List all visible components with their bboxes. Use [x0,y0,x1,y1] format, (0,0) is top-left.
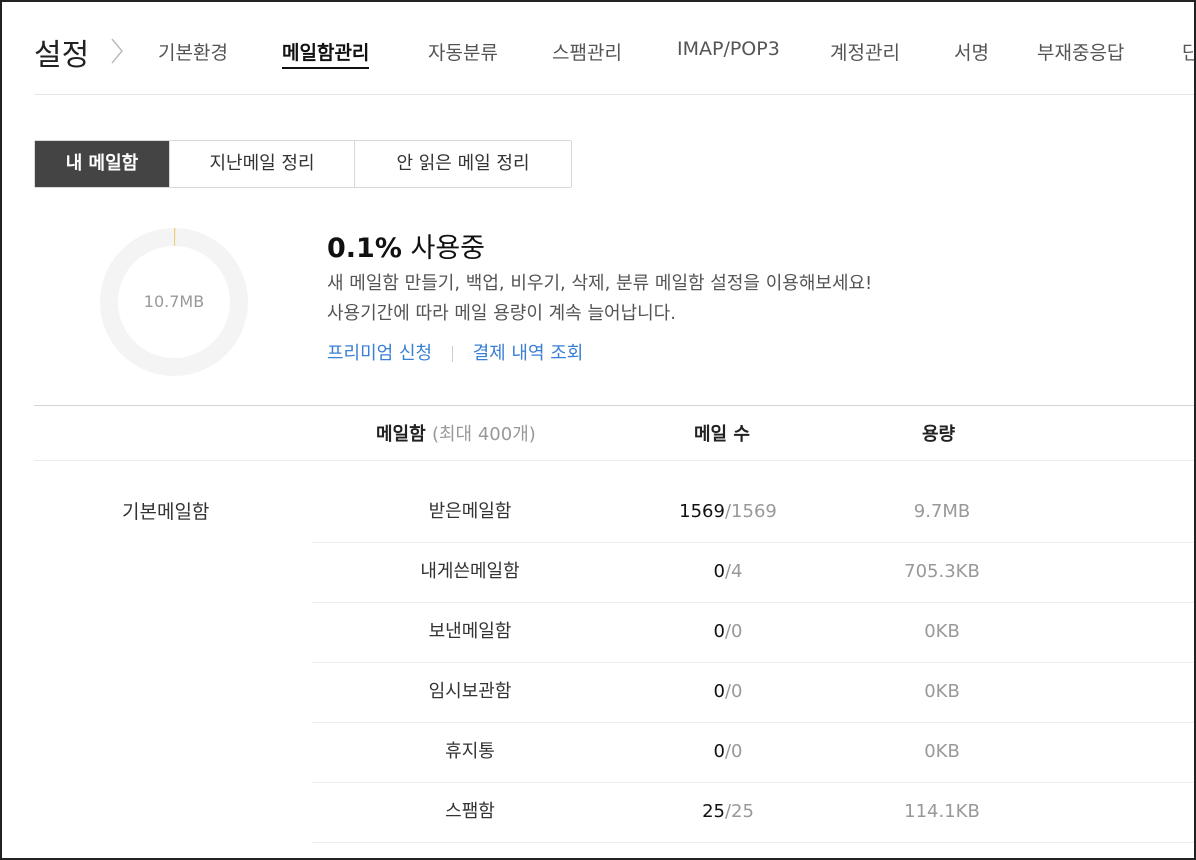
mail-count: 0/4 [714,542,743,602]
table-top-border [34,405,1194,406]
mailbox-name[interactable]: 임시보관함 [429,662,512,722]
tab-mailbox-management[interactable]: 메일함관리 [282,38,370,69]
storage-total-size: 10.7MB [143,292,205,311]
mail-count-total: /0 [724,621,743,642]
mailbox-name[interactable]: 내게쓴메일함 [420,542,519,602]
table-row[interactable]: 휴지통 0/0 0KB [312,722,1194,783]
page-title: 설정 [34,38,90,73]
column-header-mailbox-label: 메일함 [376,424,426,445]
usage-links: 프리미엄 신청 결제 내역 조회 [327,339,583,365]
usage-summary: 0.1% 사용중 [327,226,485,265]
table-row[interactable]: 내게쓴메일함 0/4 705.3KB [312,542,1194,603]
tab-spam[interactable]: 스팸관리 [552,38,622,65]
mail-count-unread: 0 [713,621,725,642]
divider [34,94,1194,95]
mailbox-size: 0KB [924,741,960,762]
tab-basic-settings[interactable]: 기본환경 [158,38,228,65]
usage-description-note: 사용기간에 따라 메일 용량이 계속 늘어납니다. [327,303,676,324]
mailbox-name[interactable]: 휴지통 [445,722,495,782]
mailbox-name[interactable]: 스팸함 [445,782,495,842]
mail-count-unread: 0 [713,681,725,702]
tab-imap-pop3[interactable]: IMAP/POP3 [677,38,780,60]
settings-window: 설정 기본환경 메일함관리 자동분류 스팸관리 IMAP/POP3 계정관리 서… [0,0,1196,860]
column-header-count: 메일 수 [694,424,750,445]
segment-my-mailbox[interactable]: 내 메일함 [35,141,169,187]
mail-count: 0/0 [714,662,743,722]
column-header-size: 용량 [922,424,956,445]
tab-signature[interactable]: 서명 [954,38,989,65]
link-divider [451,346,453,362]
segment-old-mail-cleanup[interactable]: 지난메일 정리 [169,141,354,187]
mail-count-total: /4 [724,561,743,582]
mailbox-limit-note: (최대 400개) [431,424,536,445]
usage-percent: 0.1% [327,233,402,264]
mail-count-total: /0 [724,681,743,702]
tab-auto-sort[interactable]: 자동분류 [428,38,498,65]
mailbox-size: 9.7MB [913,501,971,522]
tab-auto-reply[interactable]: 부재중응답 [1037,38,1124,65]
mailbox-size: 0KB [924,681,960,702]
mail-count: 0/0 [714,722,743,782]
tab-more[interactable]: 단 [1182,38,1194,65]
table-row[interactable]: 스팸함 25/25 114.1KB [312,782,1194,843]
mail-count-total: /0 [724,741,743,762]
mailbox-name[interactable]: 받은메일함 [429,482,512,542]
mail-count-unread: 0 [713,741,725,762]
mail-count-unread: 25 [702,801,725,822]
table-row[interactable]: 받은메일함 1569/1569 9.7MB [312,482,1194,543]
column-header-mailbox: 메일함 (최대 400개) [376,420,536,446]
premium-apply-link[interactable]: 프리미엄 신청 [327,343,432,364]
table-row[interactable]: 보낸메일함 0/0 0KB [312,602,1194,663]
settings-nav: 설정 기본환경 메일함관리 자동분류 스팸관리 IMAP/POP3 계정관리 서… [34,24,1194,74]
mailbox-size: 114.1KB [904,801,980,822]
mail-count: 0/0 [714,602,743,662]
mail-count: 25/25 [702,782,754,842]
mailbox-segment-tabs: 내 메일함 지난메일 정리 안 읽은 메일 정리 [34,140,572,188]
mail-count-total: /25 [724,801,754,822]
usage-status: 사용중 [410,233,486,264]
segment-unread-cleanup[interactable]: 안 읽은 메일 정리 [354,141,571,187]
usage-description: 새 메일함 만들기, 백업, 비우기, 삭제, 분류 메일함 설정을 이용해보세… [327,273,873,294]
mailbox-group-label: 기본메일함 [122,501,210,523]
mailbox-name[interactable]: 보낸메일함 [429,602,512,662]
chevron-right-icon [111,38,123,64]
tab-account[interactable]: 계정관리 [830,38,900,65]
mail-count: 1569/1569 [679,482,777,542]
payment-history-link[interactable]: 결제 내역 조회 [473,343,584,364]
table-header-border [34,460,1194,461]
mailbox-size: 705.3KB [904,561,980,582]
mailbox-size: 0KB [924,621,960,642]
mail-count-unread: 1569 [679,501,725,522]
mail-count-total: /1569 [724,501,777,522]
mail-count-unread: 0 [713,561,725,582]
table-row[interactable]: 임시보관함 0/0 0KB [312,662,1194,723]
